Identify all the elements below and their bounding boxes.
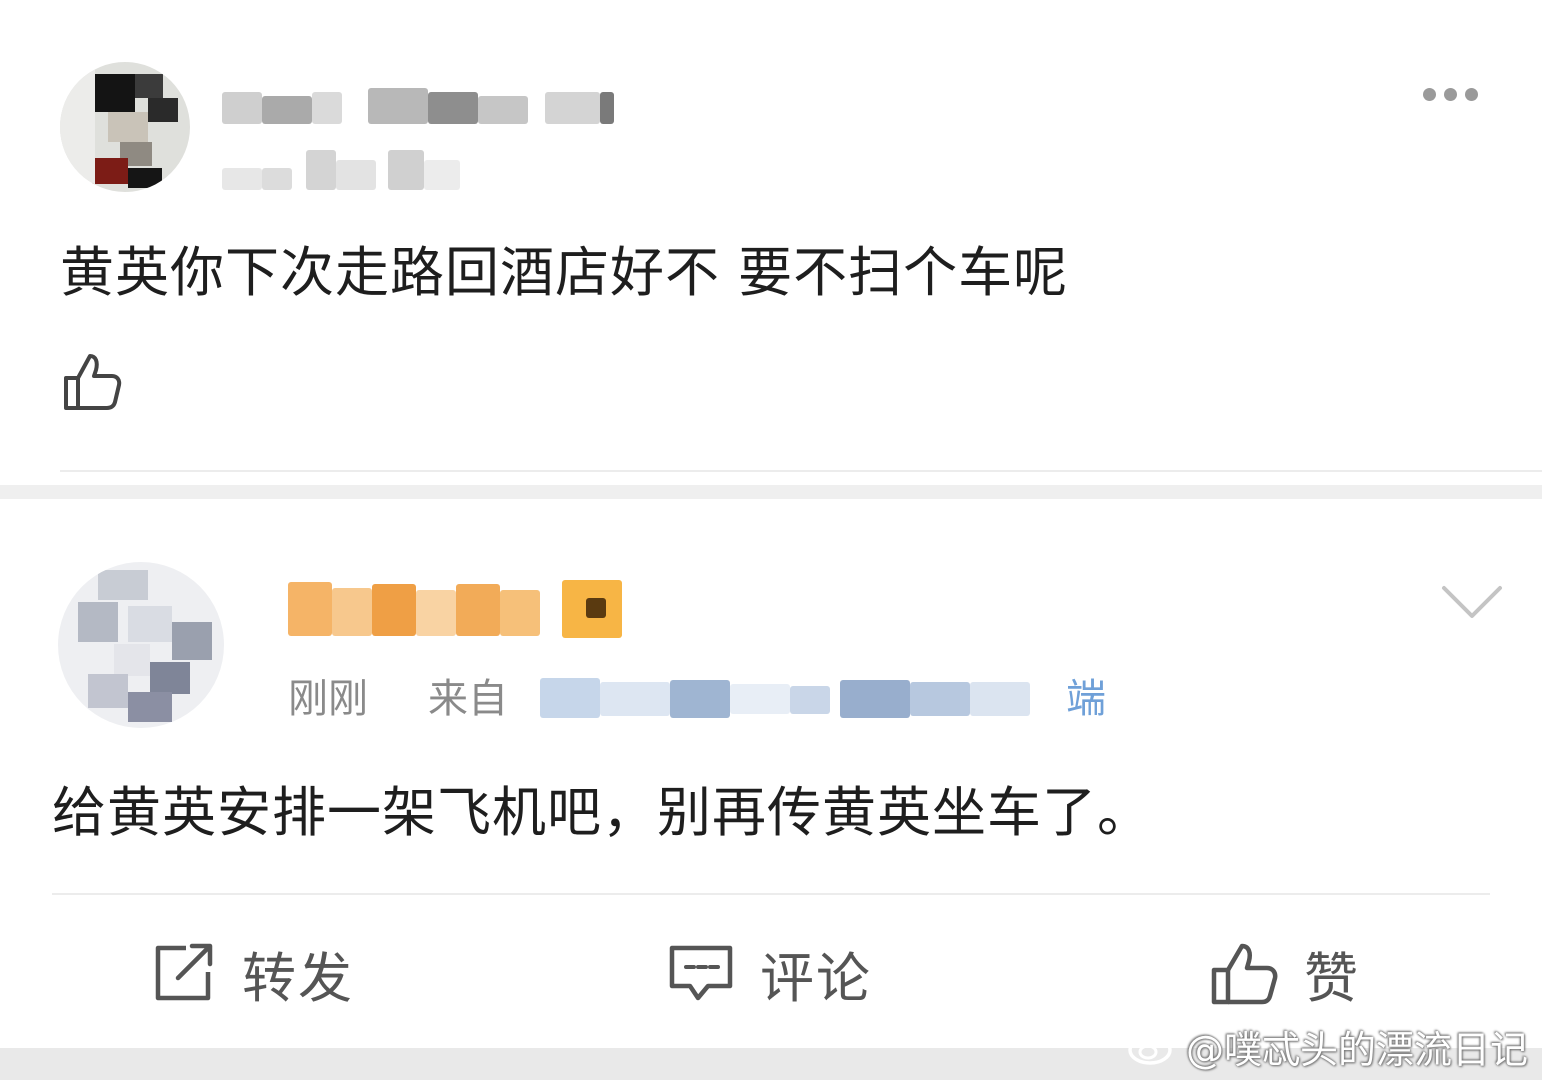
more-dots-icon[interactable] xyxy=(1423,88,1483,106)
comment-2-source-suffix[interactable]: 端 xyxy=(1066,666,1106,724)
like-label: 赞 xyxy=(1304,946,1360,1010)
comment-1-divider xyxy=(60,470,1542,472)
repost-icon xyxy=(155,943,213,1001)
comment-2-divider xyxy=(52,893,1490,895)
watermark: @噗忒头的漂流日记 xyxy=(1126,1018,1528,1074)
comment-card-1: 黄英你下次走路回酒店好不 要不扫个车呢 xyxy=(0,0,1542,485)
user-avatar-2[interactable] xyxy=(58,562,224,728)
comment-label: 评论 xyxy=(760,946,872,1010)
chevron-down-icon[interactable] xyxy=(1440,582,1504,622)
comment-icon xyxy=(669,945,733,1001)
thumbs-up-icon xyxy=(1211,943,1278,1005)
repost-button[interactable]: 转发 xyxy=(152,935,354,1011)
comment-2-source-prefix: 来自 xyxy=(428,676,508,722)
thumbs-up-icon[interactable] xyxy=(62,350,122,412)
source-name-blurred[interactable] xyxy=(540,672,1040,722)
comment-button[interactable]: 评论 xyxy=(668,935,872,1011)
weibo-logo-icon xyxy=(1128,1030,1178,1065)
watermark-text: @噗忒头的漂流日记 xyxy=(1185,1027,1528,1072)
card-separator xyxy=(0,485,1542,499)
user-avatar-1[interactable] xyxy=(60,62,190,192)
like-button[interactable]: 赞 xyxy=(1210,935,1360,1011)
comment-text-1: 黄英你下次走路回酒店好不 要不扫个车呢 xyxy=(60,241,1069,304)
comment-2-time: 刚刚 xyxy=(288,676,368,722)
comment-text-2: 给黄英安排一架飞机吧，别再传黄英坐车了。 xyxy=(52,781,1152,844)
repost-label: 转发 xyxy=(242,946,354,1010)
